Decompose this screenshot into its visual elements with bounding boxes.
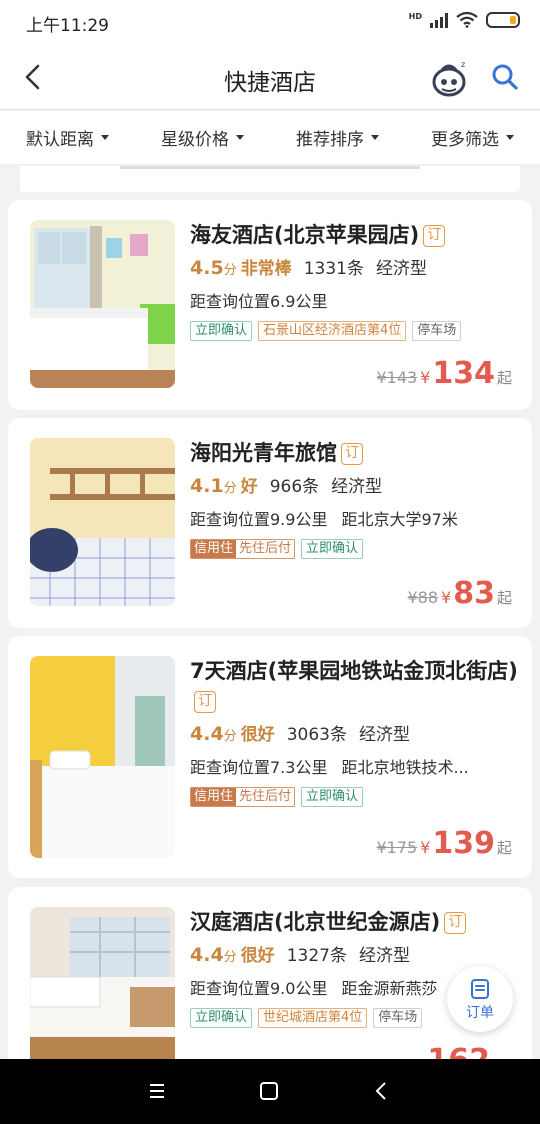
hotel-name: 汉庭酒店(北京世纪金源店) 订 — [190, 907, 518, 937]
status-time: 上午11:29 — [26, 16, 109, 36]
book-badge: 订 — [423, 225, 446, 247]
hd-label: HD — [408, 12, 422, 21]
scrolled-content-edge — [0, 166, 540, 198]
hotel-tags: 信用住 先住后付 立即确认 — [190, 787, 518, 807]
tag-credit-stay: 信用住 先住后付 — [190, 787, 296, 807]
svg-text:z: z — [461, 60, 465, 69]
filter-more[interactable]: 更多筛选 — [405, 125, 540, 150]
hotel-photo — [30, 907, 175, 1059]
hotel-card[interactable]: 汉庭酒店(北京世纪金源店) 订 4.4分 很好 1327条 经济型 距查询位置9.0公里… — [8, 887, 532, 1059]
filter-bar: 默认距离 星级价格 推荐排序 更多筛选 — [0, 111, 540, 165]
hotel-tags: 立即确认 石景山区经济酒店第4位 停车场 — [190, 321, 518, 341]
tag-ranking: 世纪城酒店第4位 — [258, 1008, 368, 1028]
search-icon[interactable] — [490, 62, 520, 92]
caret-down-icon — [506, 135, 514, 140]
back-icon[interactable] — [370, 1079, 394, 1103]
hotel-distance: 距查询位置9.9公里 距北京大学97米 — [190, 510, 458, 529]
filter-sort[interactable]: 推荐排序 — [270, 125, 405, 150]
tag-parking: 停车场 — [373, 1008, 423, 1028]
caret-down-icon — [101, 135, 109, 140]
tag-instant-confirm: 立即确认 — [301, 539, 364, 559]
filter-star-price[interactable]: 星级价格 — [135, 125, 270, 150]
wifi-icon — [456, 12, 478, 28]
status-bar: 上午11:29 HD — [0, 0, 540, 44]
signal-icon — [430, 12, 448, 28]
hotel-price: ¥175 ¥139 起 — [376, 826, 512, 861]
tag-ranking: 石景山区经济酒店第4位 — [258, 321, 407, 341]
hotel-photo — [30, 220, 175, 388]
hotel-distance: 距查询位置6.9公里 — [190, 292, 328, 311]
tag-credit-stay: 信用住 先住后付 — [190, 539, 296, 559]
hotel-tags: 信用住 先住后付 立即确认 — [190, 539, 518, 559]
order-list-icon — [471, 979, 489, 999]
hotel-photo — [30, 438, 175, 606]
assistant-mascot-icon[interactable]: z — [430, 58, 470, 98]
system-nav-bar — [0, 1059, 540, 1124]
book-badge: 订 — [194, 691, 216, 713]
tag-parking: 停车场 — [412, 321, 462, 341]
top-nav: 快捷酒店 z — [0, 44, 540, 110]
hotel-distance: 距查询位置7.3公里 距北京地铁技术... — [190, 758, 469, 777]
orders-float-button[interactable]: 订单 — [447, 966, 513, 1032]
tag-instant-confirm: 立即确认 — [190, 321, 253, 341]
hotel-name: 海友酒店(北京苹果园店) 订 — [190, 220, 518, 250]
hotel-card[interactable]: 海阳光青年旅馆订 4.1分好 966条 经济型 距查询位置9.9公里 距北京大学97米… — [8, 418, 532, 628]
caret-down-icon — [371, 135, 379, 140]
hotel-rating: 4.4分 很好 3063条 经济型 — [190, 723, 410, 745]
hotel-photo — [30, 656, 175, 858]
hotel-name: 海阳光青年旅馆订 — [190, 438, 518, 468]
book-badge: 订 — [444, 912, 467, 934]
battery-icon — [486, 12, 520, 28]
hotel-name: 7天酒店(苹果园地铁站金顶北街店)订 — [190, 656, 518, 716]
hotel-rating: 4.1分好 966条 经济型 — [190, 475, 383, 497]
filter-distance[interactable]: 默认距离 — [0, 125, 135, 150]
hotel-price: ¥143 ¥134 起 — [376, 356, 512, 391]
menu-icon[interactable] — [145, 1079, 169, 1103]
book-badge: 订 — [341, 443, 363, 465]
hotel-price: 162 — [425, 1043, 492, 1059]
tag-instant-confirm: 立即确认 — [190, 1008, 253, 1028]
tag-instant-confirm: 立即确认 — [301, 787, 364, 807]
orders-label: 订单 — [466, 1005, 494, 1021]
hotel-rating: 4.5分 非常棒 1331条 经济型 — [190, 257, 427, 279]
hotel-rating: 4.4分 很好 1327条 经济型 — [190, 944, 410, 966]
hotel-card[interactable]: 海友酒店(北京苹果园店) 订 4.5分 非常棒 1331条 经济型 距查询位置6.9公里… — [8, 200, 532, 410]
hotel-price: ¥88 ¥83 起 — [407, 576, 513, 611]
caret-down-icon — [236, 135, 244, 140]
home-icon[interactable] — [257, 1079, 281, 1103]
hotel-card[interactable]: 7天酒店(苹果园地铁站金顶北街店)订 4.4分 很好 3063条 经济型 距查询位置7… — [8, 636, 532, 878]
